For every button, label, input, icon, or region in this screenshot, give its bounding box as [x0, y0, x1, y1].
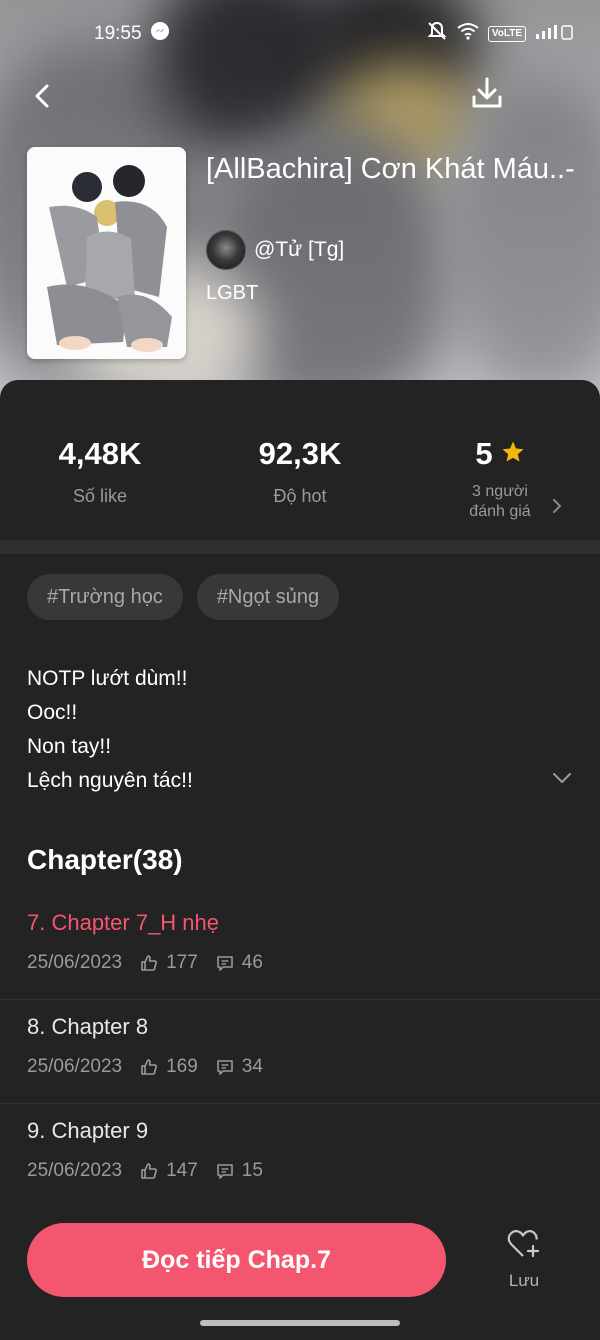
chapter-comments: 46 — [241, 952, 263, 973]
description-line: Lệch nguyên tác!! — [27, 769, 193, 792]
story-description: NOTP lướt dùm!! Ooc!! Non tay!! Lệch ngu… — [27, 662, 547, 798]
stat-hot: 92,3K Độ hot — [200, 436, 400, 507]
status-time: 19:55 — [94, 23, 142, 44]
chapter-item[interactable]: 9. Chapter 9 25/06/2023 147 15 — [0, 1104, 600, 1208]
chapter-title: 9. Chapter 9 — [27, 1118, 149, 1143]
chapter-item[interactable]: 8. Chapter 8 25/06/2023 169 34 — [0, 1000, 600, 1104]
heart-plus-icon — [506, 1228, 542, 1265]
thumbs-up-icon — [140, 1058, 158, 1076]
story-header: 19:55 VoLTE [AllBachira] Cơn Khát Máu..-… — [0, 0, 600, 400]
stat-likes: 4,48K Số like — [0, 436, 200, 507]
comment-icon — [216, 1162, 234, 1180]
thumbs-up-icon — [140, 1162, 158, 1180]
chapter-date: 25/06/2023 — [27, 1056, 123, 1077]
chapter-title: 7. Chapter 7_H nhẹ — [27, 910, 220, 935]
description-line: NOTP lướt dùm!! — [27, 667, 188, 690]
chapter-comments: 34 — [241, 1056, 263, 1077]
stats-row: 4,48K Số like 92,3K Độ hot 5 3 người đán… — [0, 380, 600, 540]
chevron-right-icon[interactable] — [552, 498, 562, 519]
chapter-likes: 177 — [166, 952, 198, 973]
save-button[interactable]: Lưu — [488, 1228, 560, 1300]
volte-label: VoLTE — [491, 28, 522, 39]
chapter-title: 8. Chapter 8 — [27, 1014, 149, 1039]
rating-count-label-2: đánh giá — [469, 503, 531, 520]
chevron-down-icon — [552, 771, 572, 789]
story-category: LGBT — [206, 282, 259, 304]
story-title: [AllBachira] Cơn Khát Máu..- — [206, 153, 575, 185]
story-cover-image — [27, 147, 186, 359]
chapter-comments: 15 — [241, 1160, 263, 1181]
mute-icon — [426, 20, 448, 48]
thumbs-up-icon — [140, 954, 158, 972]
description-line: Non tay!! — [27, 735, 112, 758]
chapter-date: 25/06/2023 — [27, 952, 123, 973]
likes-count: 4,48K — [58, 436, 142, 471]
status-bar: 19:55 VoLTE — [0, 18, 600, 50]
description-line: Ooc!! — [27, 701, 78, 724]
chapter-likes: 169 — [166, 1056, 198, 1077]
chapter-item[interactable]: 7. Chapter 7_H nhẹ 25/06/2023 177 46 — [0, 896, 600, 1000]
back-button[interactable] — [22, 78, 62, 118]
download-button[interactable] — [466, 74, 508, 116]
author-name: @Tử [Tg] — [254, 238, 345, 261]
chapters-heading: Chapter(38) — [27, 844, 183, 875]
author-avatar — [206, 230, 246, 270]
volte-icon: VoLTE — [487, 26, 526, 42]
expand-description-button[interactable] — [548, 768, 576, 792]
comment-icon — [216, 954, 234, 972]
hot-label: Độ hot — [273, 486, 327, 506]
tag-chip[interactable]: #Trường học — [27, 574, 183, 620]
home-indicator[interactable] — [200, 1320, 400, 1326]
tag-list: #Trường học #Ngọt sủng — [27, 574, 340, 620]
chapter-list: 7. Chapter 7_H nhẹ 25/06/2023 177 46 8. … — [0, 896, 600, 1208]
wifi-icon — [456, 21, 480, 47]
continue-reading-button[interactable]: Đọc tiếp Chap.7 — [27, 1223, 446, 1297]
signal-icon — [534, 22, 574, 46]
download-icon — [470, 76, 504, 115]
likes-label: Số like — [72, 486, 128, 506]
hot-count: 92,3K — [258, 436, 342, 471]
messenger-icon — [150, 21, 170, 47]
story-detail-panel: 4,48K Số like 92,3K Độ hot 5 3 người đán… — [0, 380, 600, 1340]
rating-value: 5 — [475, 436, 493, 471]
star-icon — [501, 436, 525, 472]
stat-rating[interactable]: 5 3 người đánh giá — [400, 436, 600, 522]
chevron-left-icon — [32, 83, 52, 114]
save-label: Lưu — [508, 1271, 540, 1290]
rating-count-label: 3 người — [472, 483, 528, 500]
author-link[interactable]: @Tử [Tg] — [206, 230, 344, 270]
section-divider — [0, 540, 600, 554]
chapter-date: 25/06/2023 — [27, 1160, 123, 1181]
comment-icon — [216, 1058, 234, 1076]
chapter-likes: 147 — [166, 1160, 198, 1181]
tag-chip[interactable]: #Ngọt sủng — [196, 574, 340, 620]
